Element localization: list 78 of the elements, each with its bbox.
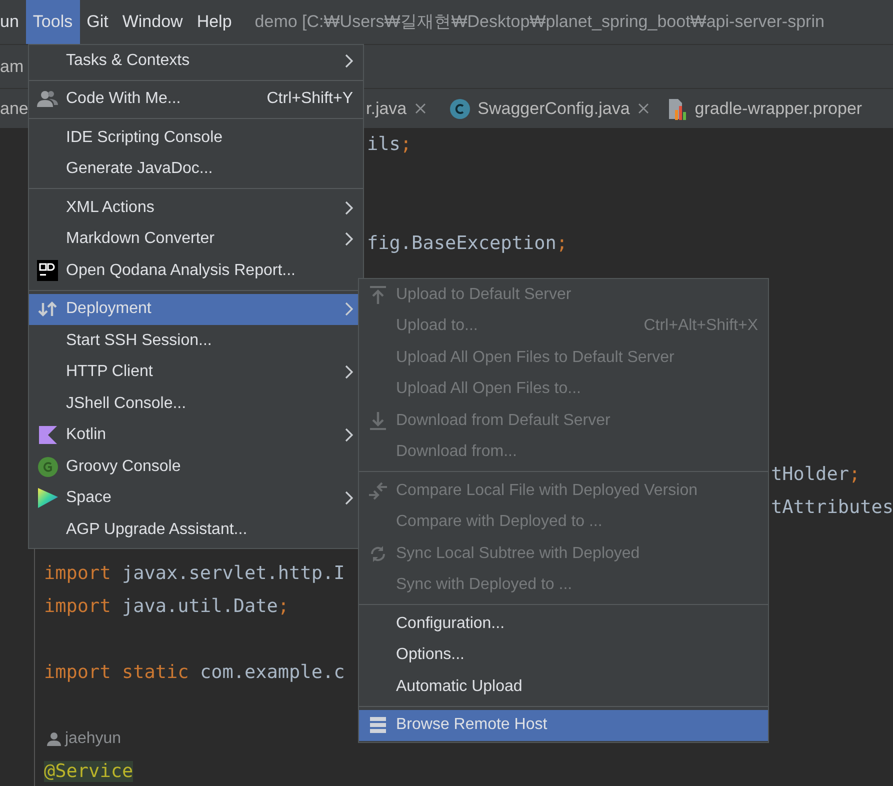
menu-item-label: JShell Console...	[66, 394, 186, 414]
code-line: tHolder;	[771, 462, 860, 487]
shortcut-label: Ctrl+Alt+Shift+X	[644, 316, 758, 336]
people-icon	[36, 90, 58, 108]
code-line: import java.util.Date;	[44, 594, 290, 619]
menu-item-label: Download from...	[396, 442, 517, 462]
editor-tab[interactable]: gradle-wrapper.proper	[666, 89, 880, 128]
menu-bar-item[interactable]: Git	[80, 0, 116, 44]
menu-item-label: XML Actions	[66, 198, 154, 218]
menu-item-label: Kotlin	[66, 425, 106, 446]
shortcut-label: Ctrl+Shift+Y	[266, 89, 353, 110]
person-icon	[47, 732, 61, 746]
upload-icon	[368, 286, 386, 304]
menu-item-label: Sync with Deployed to ...	[396, 575, 572, 596]
up-down-arrows-icon	[38, 300, 58, 318]
menu-bar-item[interactable]: Tools	[26, 0, 80, 44]
menu-item[interactable]: Markdown Converter	[29, 224, 363, 255]
menu-item-label: Automatic Upload	[396, 676, 522, 697]
menu-item[interactable]: Browse Remote Host	[359, 710, 768, 741]
menu-item-label: Groovy Console	[66, 456, 181, 477]
window-title: demo [C:₩Users₩길재현₩Desktop₩planet_spring_boot₩api-server-sprin	[254, 11, 824, 34]
author-hint: jaehyun	[65, 728, 122, 748]
menu-item-label: Generate JavaDoc...	[66, 159, 213, 180]
breadcrumb[interactable]: am	[0, 54, 24, 80]
sync-icon	[368, 544, 386, 563]
menu-item-label: Upload to Default Server	[396, 284, 572, 305]
menu-item-label: Download from Default Server	[396, 410, 610, 431]
code-line: tAttributes	[771, 496, 893, 520]
menu-item-label: Upload to...	[396, 316, 478, 336]
menu-item[interactable]: Code With Me... Ctrl+Shift+Y	[29, 84, 363, 115]
menu-item[interactable]: Automatic Upload	[359, 671, 768, 702]
menu-item-label: Start SSH Session...	[66, 330, 212, 351]
menu-bar-item[interactable]: un	[0, 0, 26, 44]
compare-arrows-icon	[368, 482, 388, 500]
server-icon	[368, 716, 386, 734]
menu-item-label: Markdown Converter	[66, 229, 214, 250]
menu-item-label: IDE Scripting Console	[66, 128, 223, 148]
code-line: fig.BaseException;	[367, 232, 568, 256]
menu-item[interactable]: IDE Scripting Console	[29, 122, 363, 154]
menu-item[interactable]: Configuration...	[359, 608, 768, 640]
tab-label: r.java	[366, 98, 407, 120]
menu-item-label: Browse Remote Host	[396, 715, 548, 736]
menu-item-label: Upload All Open Files to Default Server	[396, 348, 674, 368]
menu-item-label: HTTP Client	[66, 362, 153, 382]
menu-item-label: Upload All Open Files to...	[396, 379, 581, 400]
close-icon[interactable]	[638, 103, 649, 114]
menu-bar-item[interactable]: Help	[190, 0, 239, 44]
code-line: import static com.example.c	[44, 660, 345, 685]
menu-item-label: Configuration...	[396, 614, 505, 634]
editor-tab[interactable]: r.java	[366, 89, 450, 128]
tab-label: gradle-wrapper.proper	[694, 98, 862, 120]
menu-item[interactable]: Generate JavaDoc...	[29, 154, 363, 185]
menu-item-label: Open Qodana Analysis Report...	[66, 260, 296, 281]
space-icon	[36, 487, 58, 510]
kotlin-icon	[38, 426, 56, 444]
menu-item-label: Compare with Deployed to ...	[396, 512, 602, 532]
menu-item[interactable]: XML Actions	[29, 192, 363, 224]
code-line: import javax.servlet.http.I	[44, 562, 345, 586]
menu-item-label: Compare Local File with Deployed Version	[396, 480, 698, 501]
code-line: ils;	[367, 132, 412, 157]
groovy-icon	[38, 456, 58, 477]
download-icon	[368, 412, 386, 430]
menu-bar-item[interactable]: Window	[115, 0, 190, 44]
menu-item-label: Deployment	[66, 299, 152, 320]
close-icon[interactable]	[414, 103, 426, 114]
menu-item-label: Space	[66, 488, 112, 508]
menu-item-label: Code With Me...	[66, 89, 181, 110]
editor-tab[interactable]: SwaggerConfig.java	[450, 89, 667, 128]
menu-item-label: Options...	[396, 645, 464, 666]
bar-chart-file-icon	[666, 98, 687, 120]
menu-item[interactable]: Tasks & Contexts	[29, 45, 363, 76]
menu-item-label: Tasks & Contexts	[66, 50, 190, 71]
tab-label: SwaggerConfig.java	[478, 98, 630, 120]
class-icon	[450, 98, 470, 118]
menu-item[interactable]: Options...	[359, 640, 768, 671]
menu-item-label: AGP Upgrade Assistant...	[66, 520, 248, 540]
qodana-icon	[37, 260, 58, 282]
menu-item-label: Sync Local Subtree with Deployed	[396, 544, 640, 564]
